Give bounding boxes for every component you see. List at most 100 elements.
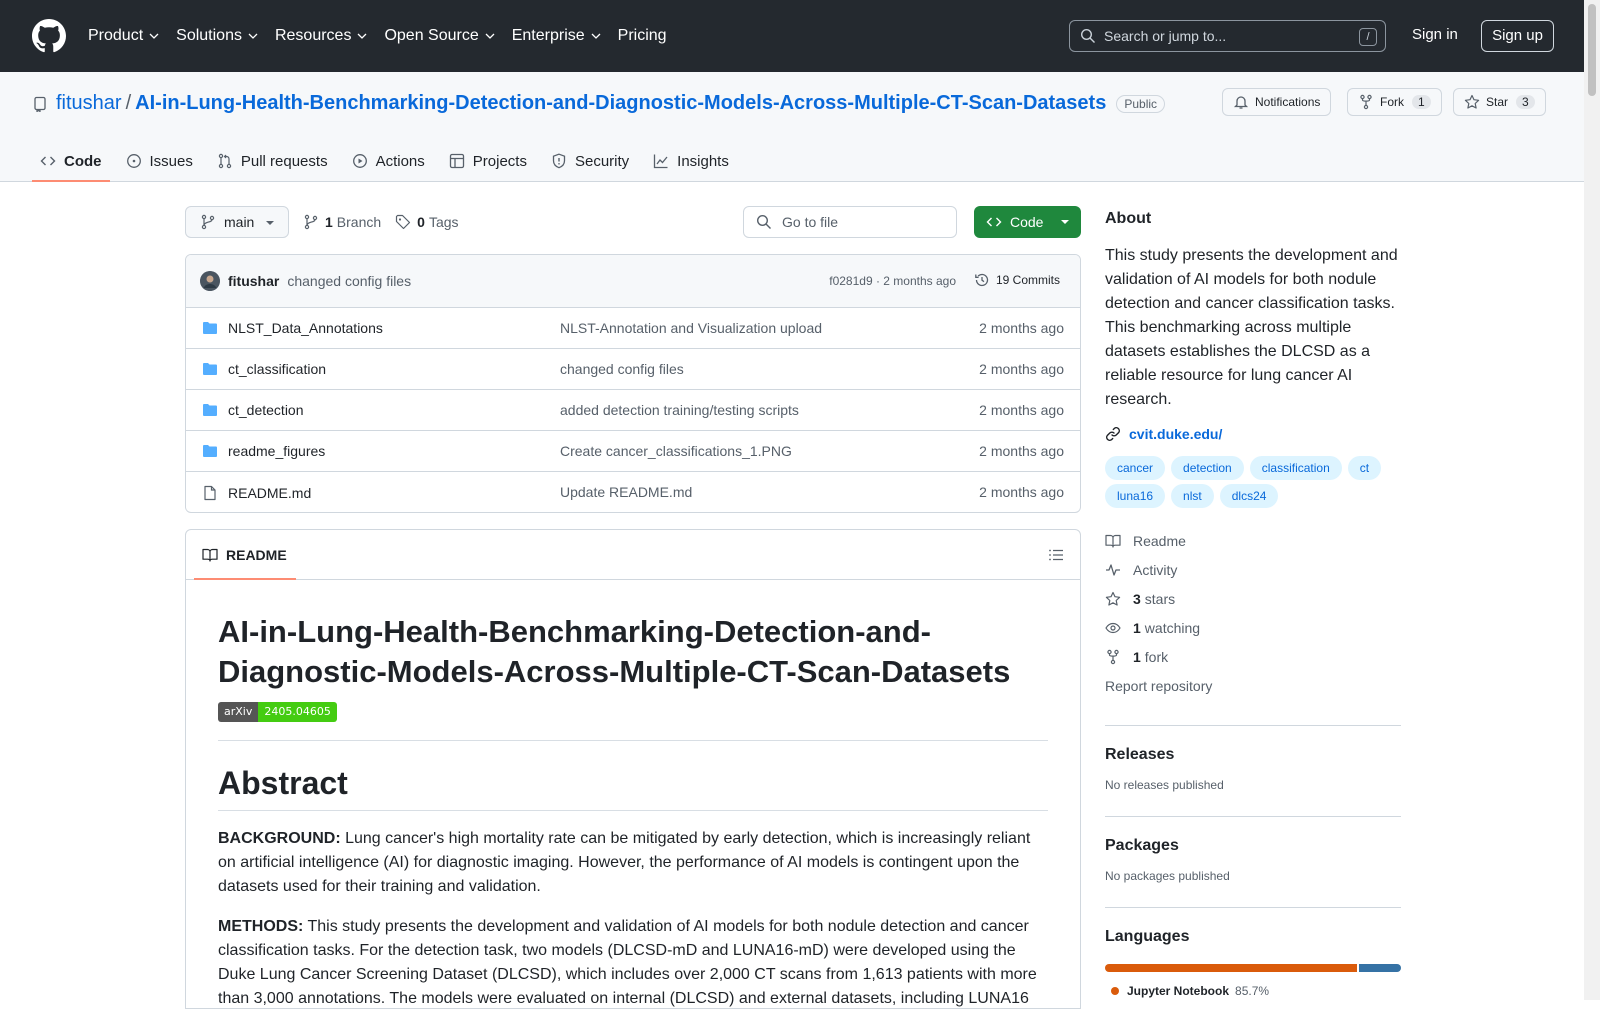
github-logo-icon[interactable] (32, 19, 66, 53)
commit-message[interactable]: changed config files (287, 273, 411, 289)
tab-projects[interactable]: Projects (441, 140, 535, 182)
repo-tabs: Code Issues Pull requests Actions Projec… (32, 140, 745, 182)
path-separator: / (125, 92, 132, 114)
nav-enterprise[interactable]: Enterprise (512, 27, 602, 45)
graph-icon (654, 154, 668, 169)
nav-pricing[interactable]: Pricing (618, 27, 667, 45)
file-commit-message[interactable]: Update README.md (560, 484, 692, 500)
search-input[interactable]: Search or jump to... / (1069, 20, 1386, 52)
main-nav: Product Solutions Resources Open Source … (88, 0, 683, 72)
commit-author[interactable]: fitushar (228, 273, 279, 289)
branch-select-button[interactable]: main (185, 206, 289, 238)
topic-tag[interactable]: cancer (1105, 456, 1166, 480)
file-name-link[interactable]: ct_detection (228, 402, 304, 418)
topic-tag[interactable]: luna16 (1105, 484, 1166, 508)
file-name-link[interactable]: readme_figures (228, 443, 325, 459)
nav-resources[interactable]: Resources (275, 27, 368, 45)
nav-open-source[interactable]: Open Source (384, 27, 495, 45)
packages-heading[interactable]: Packages (1105, 837, 1401, 855)
file-commit-message[interactable]: added detection training/testing scripts (560, 402, 799, 418)
forks-link[interactable]: 1 fork (1105, 642, 1401, 671)
sign-up-button[interactable]: Sign up (1481, 20, 1554, 52)
notifications-button[interactable]: Notifications (1222, 88, 1332, 116)
nav-label: Enterprise (511, 27, 585, 44)
repo-owner-link[interactable]: fitushar (56, 92, 122, 115)
sign-in-link[interactable]: Sign in (1412, 26, 1458, 43)
nav-product[interactable]: Product (88, 27, 160, 45)
file-name-link[interactable]: README.md (228, 485, 311, 501)
go-to-file-input[interactable]: Go to file (743, 206, 957, 238)
repo-name-link[interactable]: AI-in-Lung-Health-Benchmarking-Detection… (135, 92, 1106, 115)
visibility-badge: Public (1116, 94, 1166, 113)
outline-list-icon[interactable] (1048, 547, 1064, 563)
star-button[interactable]: Star 3 (1453, 88, 1546, 116)
releases-section: Releases No releases published (1105, 725, 1401, 792)
scrollbar-thumb[interactable] (1588, 4, 1596, 96)
commits-link[interactable]: 19 Commits (974, 272, 1060, 288)
topic-tag[interactable]: detection (1171, 456, 1244, 480)
nav-label: Solutions (176, 27, 242, 44)
file-commit-message[interactable]: changed config files (560, 361, 684, 377)
topic-tag[interactable]: nlst (1171, 484, 1214, 508)
stars-link[interactable]: 3 stars (1105, 584, 1401, 613)
tab-security[interactable]: Security (543, 140, 637, 182)
language-bar-segment (1105, 964, 1357, 972)
book-icon (202, 548, 218, 562)
file-toolbar: main 1 Branch 0 Tags Go to file Code (185, 206, 1081, 238)
homepage-url: cvit.duke.edu/ (1129, 426, 1223, 442)
star-icon (1105, 591, 1121, 606)
pull-request-icon (218, 153, 232, 169)
watching-link[interactable]: 1 watching (1105, 613, 1401, 642)
page-scrollbar[interactable] (1584, 0, 1600, 1000)
fork-label: fork (1144, 648, 1169, 665)
topic-tag[interactable]: dlcs24 (1219, 484, 1279, 508)
go-to-file-placeholder: Go to file (782, 214, 839, 230)
readme-tab-label[interactable]: README (226, 547, 287, 563)
search-placeholder: Search or jump to... (1104, 28, 1227, 44)
language-item[interactable]: Jupyter Notebook 85.7% (1105, 984, 1401, 998)
branch-icon (201, 214, 215, 230)
tag-count: 0 (417, 214, 425, 230)
tab-insights[interactable]: Insights (645, 140, 737, 182)
code-dropdown-button[interactable]: Code (974, 206, 1081, 238)
tab-actions[interactable]: Actions (344, 140, 433, 182)
file-commit-message[interactable]: Create cancer_classifications_1.PNG (560, 443, 792, 459)
readme-link[interactable]: Readme (1105, 526, 1401, 555)
tab-label: Issues (149, 152, 193, 170)
branches-link[interactable]: 1 Branch (319, 214, 381, 230)
fork-button[interactable]: Fork 1 (1347, 88, 1442, 116)
caret-down-icon (1061, 220, 1069, 224)
about-description: This study presents the development and … (1105, 247, 1398, 408)
releases-heading[interactable]: Releases (1105, 746, 1401, 764)
methods-label: METHODS: (218, 918, 304, 935)
branch-name: main (224, 214, 255, 230)
fork-count: 1 (1133, 648, 1141, 665)
shield-icon (552, 153, 566, 169)
tab-label: Code (64, 152, 102, 170)
file-commit-message[interactable]: NLST-Annotation and Visualization upload (560, 320, 822, 336)
homepage-link[interactable]: cvit.duke.edu/ (1105, 426, 1401, 442)
methods-paragraph: METHODS: This study presents the develop… (218, 915, 1048, 1008)
chevron-down-icon (149, 33, 159, 39)
abstract-heading: Abstract (218, 765, 1048, 811)
repo-breadcrumb: fitushar / AI-in-Lung-Health-Benchmarkin… (32, 92, 1166, 115)
topic-list: cancer detection classification ct luna1… (1105, 456, 1401, 512)
nav-solutions[interactable]: Solutions (176, 27, 259, 45)
topic-tag[interactable]: ct (1347, 456, 1382, 480)
tab-code[interactable]: Code (32, 140, 110, 182)
arxiv-badge[interactable]: arXiv 2405.04605 (218, 702, 1048, 722)
tags-link[interactable]: 0 Tags (411, 214, 458, 230)
tab-pull-requests[interactable]: Pull requests (209, 140, 336, 182)
topic-tag[interactable]: classification (1249, 456, 1342, 480)
file-age: 2 months ago (979, 443, 1064, 459)
commit-meta[interactable]: f0281d9 · 2 months ago (829, 274, 956, 288)
report-repository-link[interactable]: Report repository (1105, 671, 1401, 700)
file-name-link[interactable]: NLST_Data_Annotations (228, 320, 383, 336)
nav-label: Open Source (384, 27, 479, 44)
book-icon (1105, 534, 1121, 548)
language-bar (1105, 964, 1401, 972)
file-name-link[interactable]: ct_classification (228, 361, 326, 377)
activity-link[interactable]: Activity (1105, 555, 1401, 584)
avatar[interactable] (200, 271, 220, 291)
tab-issues[interactable]: Issues (118, 140, 201, 182)
